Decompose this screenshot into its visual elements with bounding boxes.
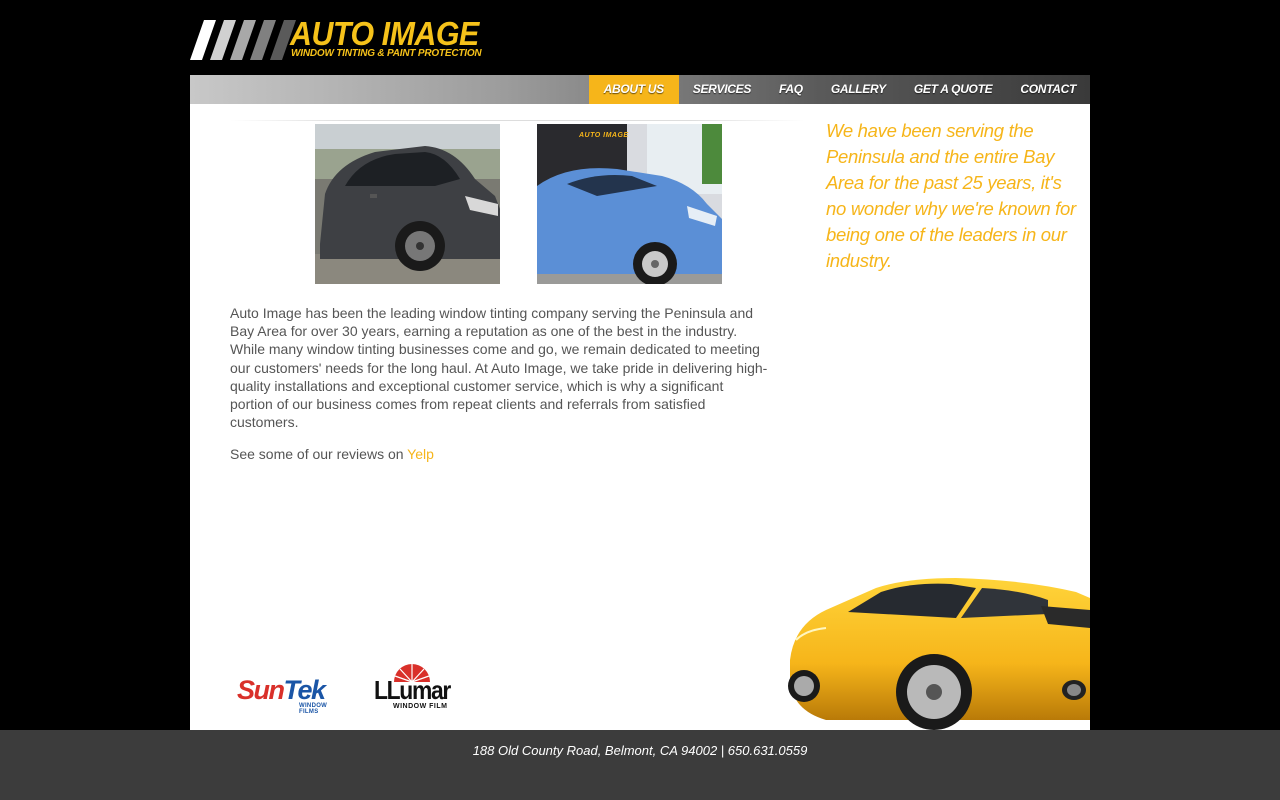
nav-item-services[interactable]: SERVICES (679, 75, 765, 104)
nav-item-contact[interactable]: CONTACT (1006, 75, 1090, 104)
llumar-subtitle: WINDOW FILM (393, 703, 448, 710)
logo-tagline: WINDOW TINTING & PAINT PROTECTION (291, 48, 482, 59)
reviews-line: See some of our reviews on Yelp (230, 445, 434, 463)
nav-item-faq[interactable]: FAQ (765, 75, 817, 104)
nav-item-get-a-quote[interactable]: GET A QUOTE (900, 75, 1006, 104)
reviews-prefix: See some of our reviews on (230, 446, 408, 462)
nav-item-gallery[interactable]: GALLERY (817, 75, 900, 104)
nav-menu: ABOUT US SERVICES FAQ GALLERY GET A QUOT… (588, 75, 1090, 104)
yellow-car-image (786, 570, 1090, 730)
footer: 188 Old County Road, Belmont, CA 94002 |… (0, 730, 1280, 800)
logo-brand-text: AUTO IMAGE (290, 15, 479, 52)
footer-address: 188 Old County Road, Belmont, CA 94002 |… (472, 743, 808, 758)
suntek-wordmark: SunTek (237, 676, 347, 704)
suntek-subtitle: WINDOW FILMS (299, 703, 328, 715)
nav-item-about-us[interactable]: ABOUT US (588, 75, 679, 104)
llumar-logo[interactable]: LLumar WINDOW FILM (372, 660, 452, 714)
logo-stripes-icon (190, 20, 296, 60)
main-navigation: ABOUT US SERVICES FAQ GALLERY GET A QUOT… (190, 75, 1090, 104)
yelp-link[interactable]: Yelp (407, 446, 434, 462)
llumar-wordmark: LLumar (374, 675, 451, 705)
photo-blue-car: AUTO IMAGE (537, 124, 722, 284)
content-panel: AUTO IMAGE We have been serving the Peni… (190, 104, 1090, 730)
suntek-tek: Tek (283, 675, 327, 705)
divider (230, 120, 805, 121)
highlight-quote: We have been serving the Peninsula and t… (826, 120, 1076, 271)
photo-sign-text: AUTO IMAGE (579, 132, 629, 139)
about-paragraph: Auto Image has been the leading window t… (230, 305, 768, 431)
site-logo[interactable]: AUTO IMAGE WINDOW TINTING & PAINT PROTEC… (190, 15, 490, 62)
suntek-logo[interactable]: SunTek WINDOW FILMS (237, 676, 347, 715)
suntek-sun: Sun (237, 675, 285, 705)
photo-grey-car (315, 124, 500, 284)
